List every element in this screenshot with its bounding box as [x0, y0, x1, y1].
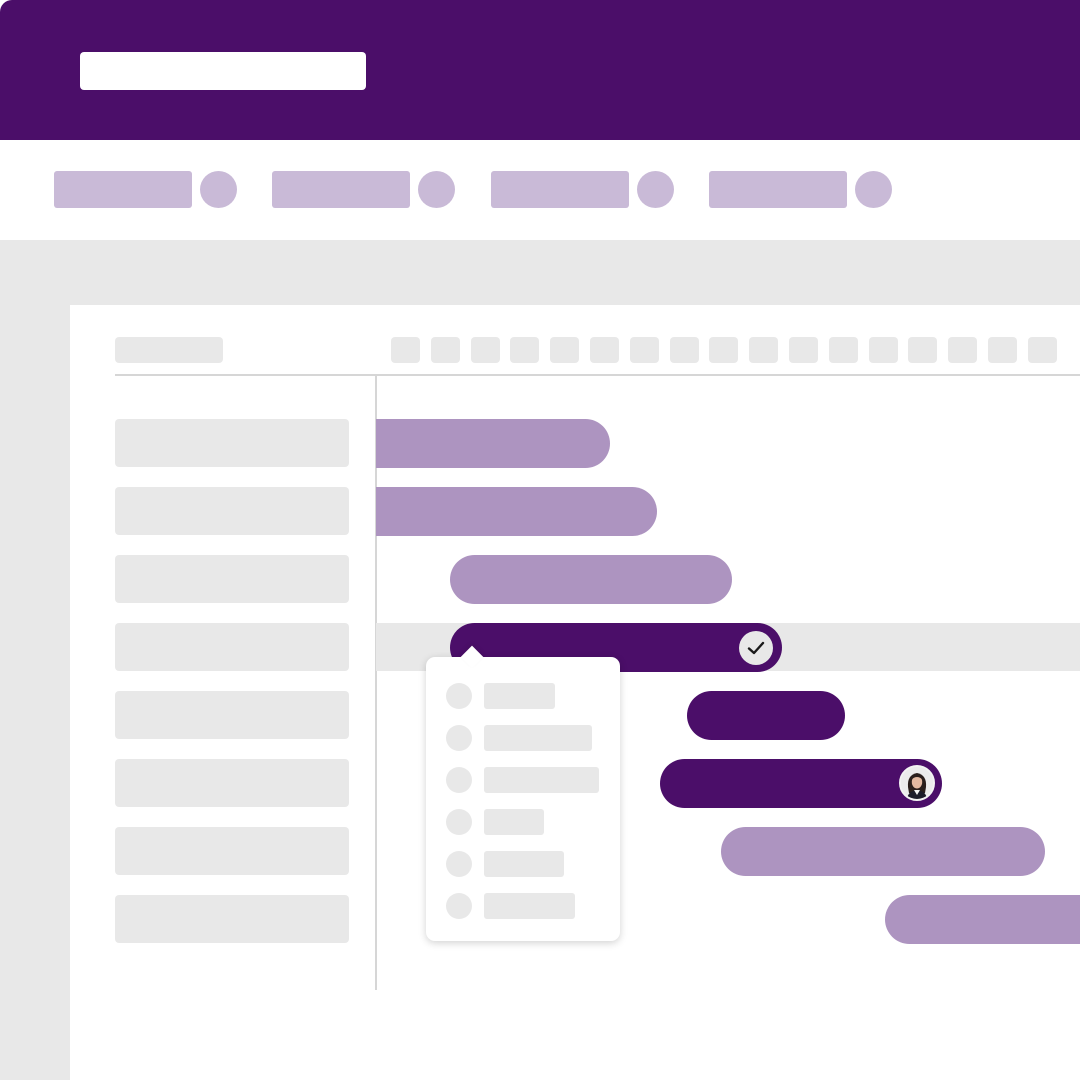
menu-item-label — [484, 767, 599, 793]
tab-label — [272, 171, 410, 208]
circle-icon — [446, 767, 472, 793]
menu-item[interactable] — [426, 725, 620, 753]
menu-item[interactable] — [426, 851, 620, 879]
circle-icon — [446, 851, 472, 877]
timeline-date-cell — [988, 337, 1017, 363]
task-name[interactable] — [115, 555, 349, 603]
timeline-date-cell — [470, 337, 500, 363]
timeline-date-cell — [1027, 337, 1057, 363]
circle-icon — [446, 725, 472, 751]
tab-badge-icon — [637, 171, 674, 208]
circle-icon — [446, 683, 472, 709]
timeline-date-cell — [430, 337, 460, 363]
timeline-date-cell — [669, 337, 699, 363]
task-name[interactable] — [115, 487, 349, 535]
menu-item[interactable] — [426, 767, 620, 795]
timeline-date-cell — [510, 337, 540, 363]
menu-item-label — [484, 809, 544, 835]
tab-bar — [0, 140, 1080, 240]
header-divider — [115, 374, 1080, 376]
circle-icon — [446, 809, 472, 835]
header-title-placeholder[interactable] — [80, 52, 366, 90]
task-name[interactable] — [115, 419, 349, 467]
tab-label — [709, 171, 847, 208]
task-bar[interactable] — [450, 555, 732, 604]
task-name[interactable] — [115, 895, 349, 943]
person-icon — [901, 767, 933, 799]
task-bar[interactable] — [376, 487, 657, 536]
tab-badge-icon — [855, 171, 892, 208]
task-bar[interactable] — [687, 691, 845, 740]
task-name[interactable] — [115, 759, 349, 807]
circle-icon — [446, 893, 472, 919]
task-bar[interactable] — [721, 827, 1045, 876]
column-divider — [375, 376, 377, 990]
check-icon[interactable] — [739, 631, 773, 665]
menu-item-label — [484, 683, 555, 709]
task-name[interactable] — [115, 827, 349, 875]
tab-label — [491, 171, 629, 208]
tab-label — [54, 171, 192, 208]
task-name[interactable] — [115, 691, 349, 739]
timeline-date-cell — [868, 337, 898, 363]
task-bar[interactable] — [885, 895, 1080, 944]
menu-item[interactable] — [426, 809, 620, 837]
tab-badge-icon — [200, 171, 237, 208]
timeline-date-cell — [828, 337, 858, 363]
menu-item-label — [484, 851, 564, 877]
menu-item[interactable] — [426, 893, 620, 921]
timeline-date-cell — [629, 337, 659, 363]
check-icon-glyph — [747, 641, 765, 655]
task-popover-menu — [426, 657, 620, 941]
task-column-header — [115, 337, 223, 363]
task-name[interactable] — [115, 623, 349, 671]
timeline-date-cell — [908, 337, 938, 363]
tab-badge-icon — [418, 171, 455, 208]
menu-item[interactable] — [426, 683, 620, 711]
app-header — [0, 0, 1080, 140]
avatar[interactable] — [899, 765, 935, 801]
timeline-date-cell — [590, 337, 619, 363]
timeline-date-cell — [391, 337, 420, 363]
timeline-date-cell — [789, 337, 818, 363]
task-bar[interactable] — [376, 419, 610, 468]
menu-item-label — [484, 725, 592, 751]
menu-item-label — [484, 893, 575, 919]
timeline-date-cell — [749, 337, 779, 363]
timeline-date-cell — [948, 337, 978, 363]
timeline-date-cell — [709, 337, 739, 363]
timeline-date-cell — [550, 337, 580, 363]
